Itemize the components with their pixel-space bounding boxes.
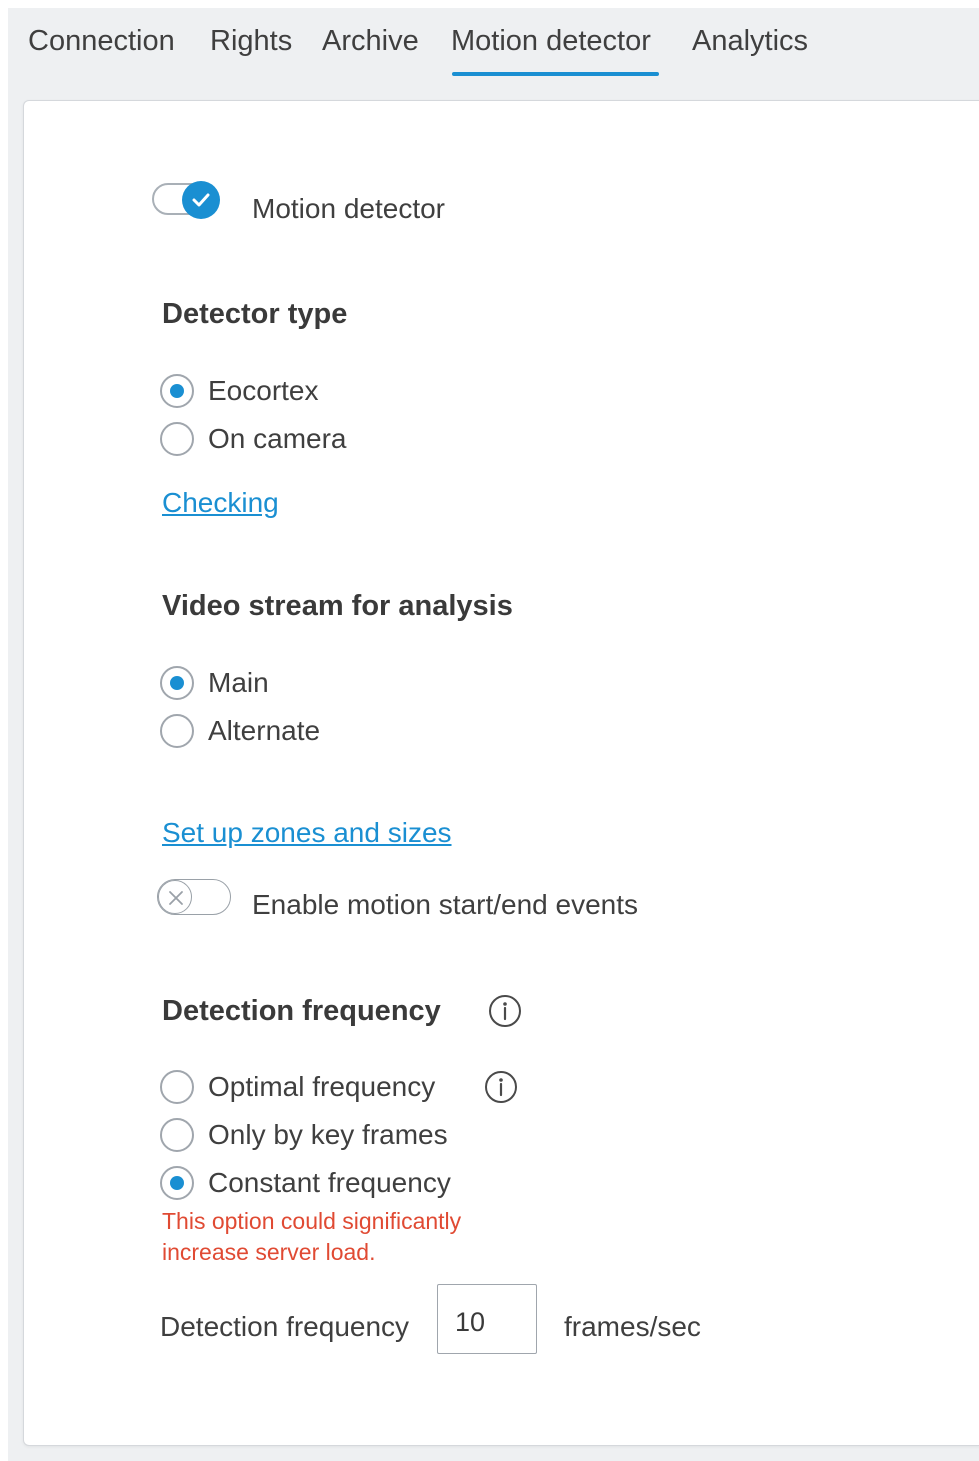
active-tab-indicator [452,72,659,76]
video-stream-heading: Video stream for analysis [162,590,513,622]
radio-alternate[interactable] [160,714,194,748]
warning-text-line1: This option could significantly [162,1208,462,1234]
tab-analytics[interactable]: Analytics [692,24,808,58]
radio-only-key-frames[interactable] [160,1118,194,1152]
detection-frequency-input[interactable]: 10 [437,1284,537,1354]
radio-optimal-frequency[interactable] [160,1070,194,1104]
detector-type-heading: Detector type [162,298,348,330]
motion-events-toggle[interactable] [157,879,231,915]
option-constant-frequency-label: Constant frequency [208,1167,451,1198]
radio-eocortex[interactable] [160,374,194,408]
motion-detector-toggle[interactable] [152,181,222,219]
setup-zones-link[interactable]: Set up zones and sizes [162,816,452,850]
tab-archive[interactable]: Archive [322,24,419,58]
radio-main[interactable] [160,666,194,700]
motion-detector-label: Motion detector [252,193,445,224]
toggle-knob [158,880,192,914]
option-optimal-frequency-label: Optimal frequency [208,1071,436,1102]
radio-selected-dot [170,1176,184,1190]
checking-link[interactable]: Checking [162,486,279,520]
tab-rights[interactable]: Rights [210,24,292,58]
radio-constant-frequency[interactable] [160,1166,194,1200]
option-only-key-frames-label: Only by key frames [208,1119,448,1150]
warning-text-line2: increase server load. [162,1239,376,1265]
radio-selected-dot [170,384,184,398]
checkmark-icon [192,193,210,207]
radio-selected-dot [170,676,184,690]
tab-motion-detector[interactable]: Motion detector [451,24,651,58]
frequency-unit-label: frames/sec [564,1311,701,1342]
detection-frequency-field-label: Detection frequency [160,1311,410,1342]
option-eocortex-label: Eocortex [208,375,319,406]
info-icon[interactable] [488,994,522,1028]
motion-events-label: Enable motion start/end events [252,889,639,920]
detection-frequency-heading: Detection frequency [162,995,441,1027]
toggle-knob [182,181,220,219]
option-main-label: Main [208,667,269,698]
option-alternate-label: Alternate [208,715,321,746]
close-icon [169,891,183,905]
option-on-camera-label: On camera [208,423,347,454]
info-icon[interactable] [484,1070,518,1104]
tab-connection[interactable]: Connection [28,24,175,58]
tab-bar: Connection Rights Archive Motion detecto… [8,8,979,88]
radio-on-camera[interactable] [160,422,194,456]
